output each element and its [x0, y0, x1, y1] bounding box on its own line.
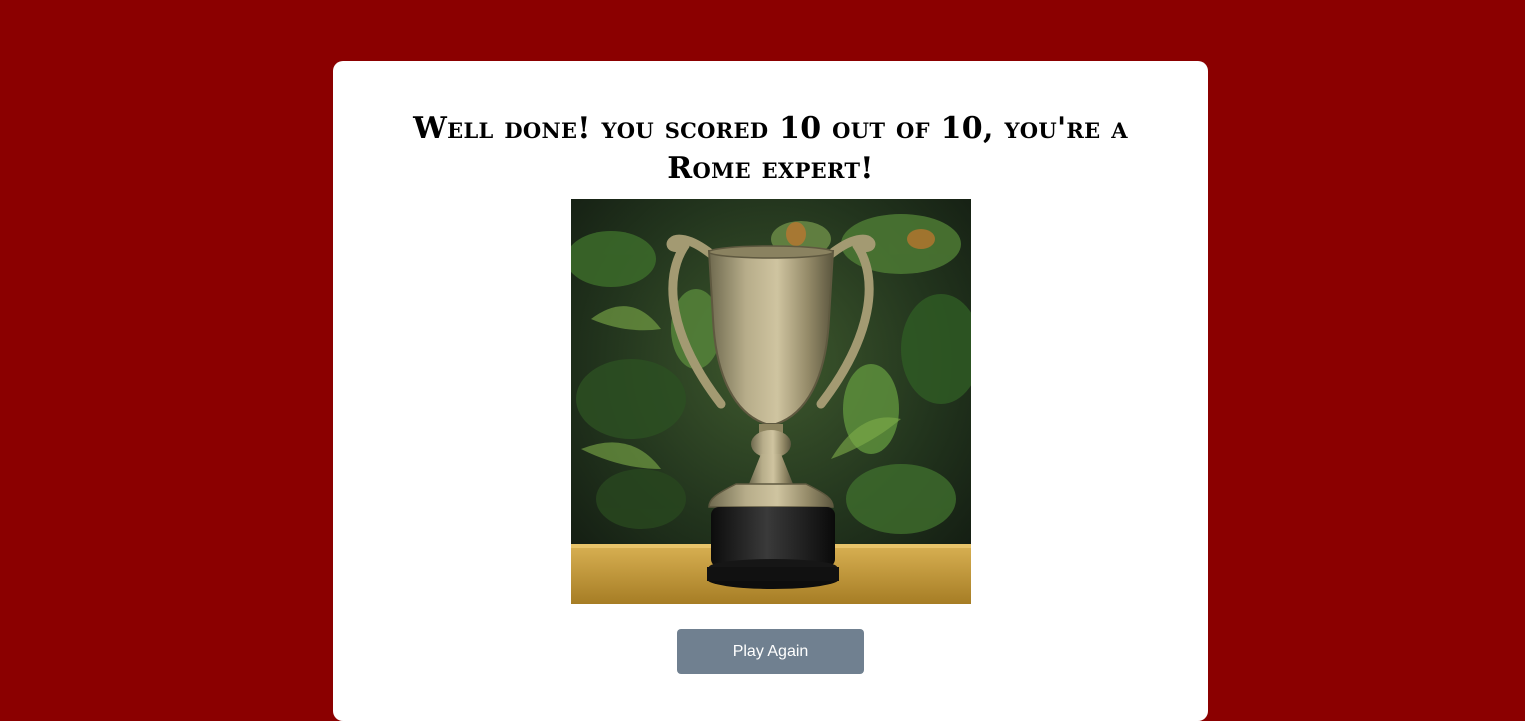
result-card: Well done! you scored 10 out of 10, you'…	[333, 61, 1208, 721]
trophy-image	[571, 199, 971, 604]
play-again-button[interactable]: Play Again	[677, 629, 864, 674]
score-message: Well done! you scored 10 out of 10, you'…	[413, 111, 1128, 186]
